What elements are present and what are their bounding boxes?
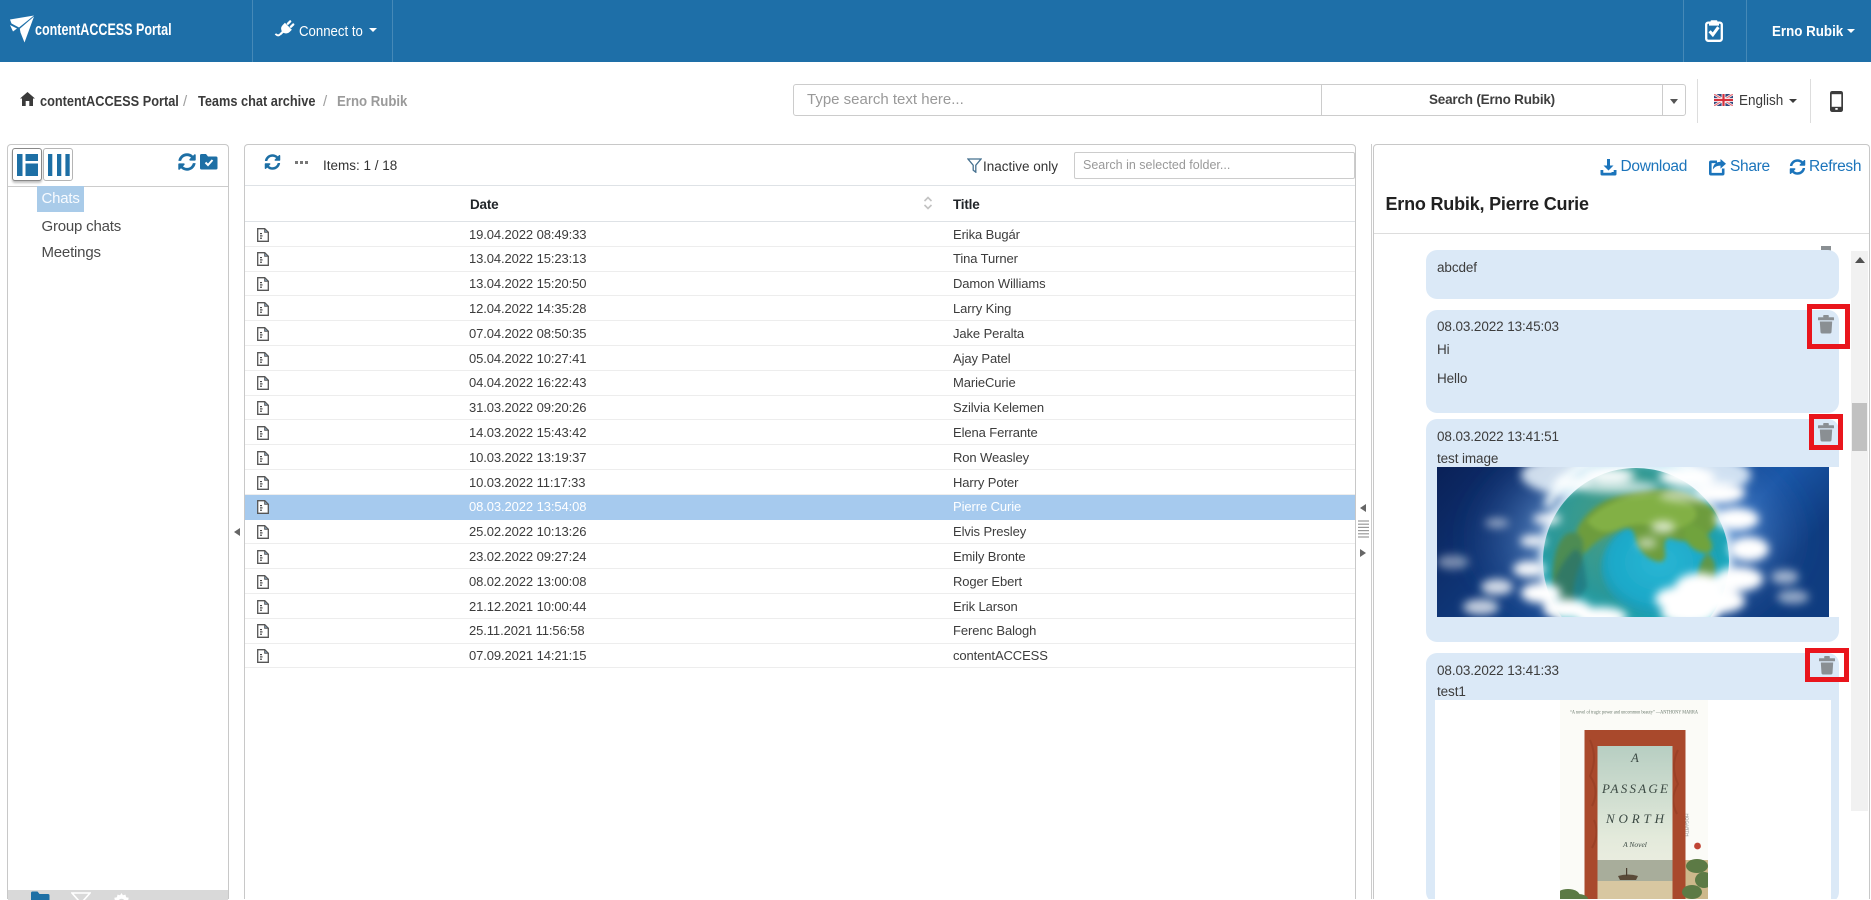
svg-text:HOGARTH: HOGARTH <box>1684 814 1689 837</box>
svg-text:A Novel: A Novel <box>1622 840 1647 849</box>
svg-text:A: A <box>1630 751 1639 765</box>
svg-text:“A novel of tragic power and u: “A novel of tragic power and uncommon be… <box>1570 710 1698 716</box>
svg-text:NORTH: NORTH <box>1605 811 1665 826</box>
